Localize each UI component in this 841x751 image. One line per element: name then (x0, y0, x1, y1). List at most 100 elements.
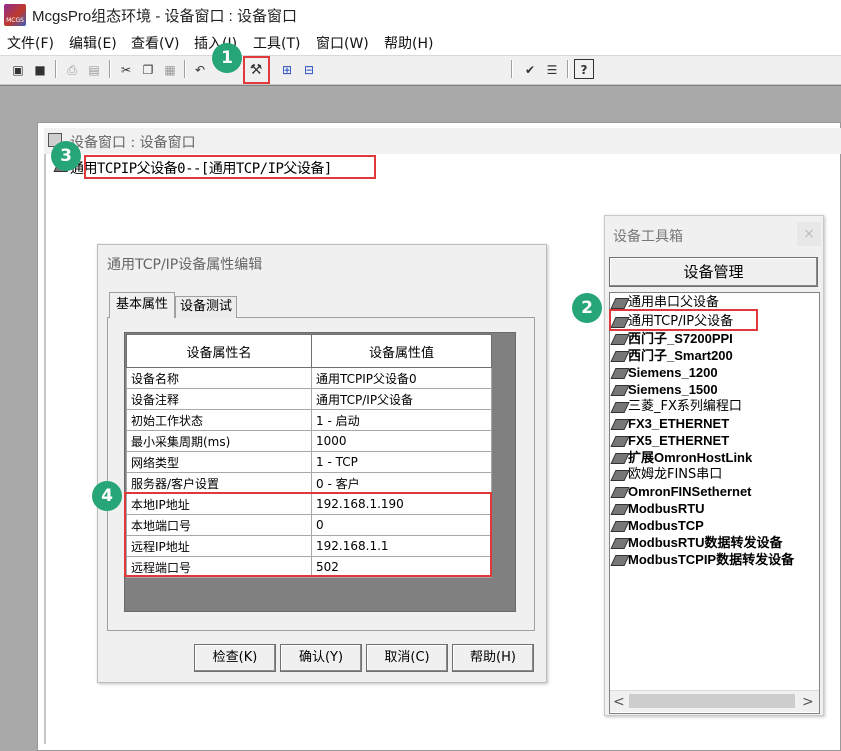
list-item[interactable]: FX3_ETHERNET (610, 415, 730, 432)
list-item-label: 通用串口父设备 (628, 295, 720, 310)
device-icon (610, 368, 630, 379)
list-item-label: ModbusTCP (628, 518, 704, 533)
table-row[interactable]: 设备注释 通用TCP/IP父设备 (126, 388, 492, 410)
device-icon (610, 334, 630, 345)
tab-device-test[interactable]: 设备测试 (175, 296, 237, 318)
step-badge-3: 3 (51, 141, 81, 171)
property-name: 设备注释 (126, 388, 312, 410)
property-value[interactable]: 1 - TCP (311, 451, 492, 473)
undo-icon[interactable]: ↶ (190, 59, 210, 79)
list-item[interactable]: ModbusRTU数据转发设备 (610, 534, 783, 551)
table-row[interactable]: 服务器/客户设置 0 - 客户 (126, 472, 492, 494)
toolbar-separator (567, 60, 569, 78)
step-badge-2: 2 (572, 293, 602, 323)
property-name: 网络类型 (126, 451, 312, 473)
list-item[interactable]: Siemens_1500 (610, 381, 718, 398)
list-item-label: FX3_ETHERNET (628, 416, 730, 431)
scrollbar-thumb[interactable] (629, 694, 795, 708)
list-item[interactable]: FX5_ETHERNET (610, 432, 729, 449)
list-item[interactable]: ModbusTCP (610, 517, 704, 534)
menu-edit[interactable]: 编辑(E) (69, 33, 117, 53)
list-item-label: 欧姆龙FINS串口 (628, 467, 723, 482)
list-item-label: ModbusRTU (628, 501, 705, 516)
save-icon[interactable]: ■ (30, 59, 50, 79)
add-device-icon[interactable]: ⊞ (277, 59, 297, 79)
device-icon (610, 555, 630, 566)
toolbox-button-highlight (243, 56, 270, 84)
list-item[interactable]: 三菱_FX系列编程口 (610, 398, 742, 415)
menu-help[interactable]: 帮助(H) (384, 33, 433, 53)
dialog-title: 通用TCP/IP设备属性编辑 (107, 257, 263, 273)
list-item-label: ModbusRTU数据转发设备 (628, 535, 783, 550)
list-item[interactable]: OmronFINSethernet (610, 483, 752, 500)
property-value[interactable]: 通用TCP/IP父设备 (311, 388, 492, 410)
properties-icon[interactable]: ☰ (542, 59, 562, 79)
list-item-label: 扩展OmronHostLink (628, 450, 753, 465)
cut-icon[interactable]: ✂ (116, 59, 136, 79)
scroll-left-icon[interactable]: < (613, 694, 625, 710)
delete-device-icon[interactable]: ⊟ (299, 59, 319, 79)
network-settings-highlight (124, 492, 492, 577)
confirm-button[interactable]: 确认(Y) (280, 644, 362, 672)
toolbar-separator (184, 60, 186, 78)
help-icon[interactable]: ? (574, 59, 594, 79)
new-window-icon[interactable]: ▣ (8, 59, 28, 79)
paste-icon[interactable]: ▦ (160, 59, 180, 79)
list-item[interactable]: ModbusRTU (610, 500, 705, 517)
table-row[interactable]: 网络类型 1 - TCP (126, 451, 492, 473)
property-name: 服务器/客户设置 (126, 472, 312, 494)
property-value[interactable]: 0 - 客户 (311, 472, 492, 494)
tcpip-device-highlight (609, 309, 758, 331)
cancel-button[interactable]: 取消(C) (366, 644, 448, 672)
list-item[interactable]: ModbusTCPIP数据转发设备 (610, 551, 794, 568)
window-title: McgsPro组态环境 - 设备窗口 : 设备窗口 (32, 8, 298, 25)
menu-view[interactable]: 查看(V) (131, 33, 180, 53)
list-item[interactable]: 欧姆龙FINS串口 (610, 466, 723, 483)
toolbar-separator (109, 60, 111, 78)
list-item-label: Siemens_1500 (628, 382, 718, 397)
device-window-border (44, 154, 46, 744)
device-icon (610, 385, 630, 396)
list-item-label: 西门子_Smart200 (628, 348, 733, 363)
check-icon[interactable]: ✔ (520, 59, 540, 79)
menu-file[interactable]: 文件(F) (7, 33, 54, 53)
print-preview-icon[interactable]: ▤ (84, 59, 104, 79)
print-icon[interactable]: ⎙ (62, 59, 82, 79)
device-icon (610, 351, 630, 362)
property-value[interactable]: 通用TCPIP父设备0 (311, 367, 492, 389)
root-node-highlight (84, 155, 376, 179)
close-icon[interactable]: × (797, 222, 821, 246)
list-item[interactable]: 西门子_Smart200 (610, 347, 733, 364)
toolbar-separator (511, 60, 513, 78)
device-icon (610, 453, 630, 464)
step-badge-4: 4 (92, 481, 122, 511)
check-button[interactable]: 检查(K) (194, 644, 276, 672)
device-icon (610, 436, 630, 447)
property-name: 最小采集周期(ms) (126, 430, 312, 452)
list-item[interactable]: 西门子_S7200PPI (610, 330, 733, 347)
list-item[interactable]: Siemens_1200 (610, 364, 718, 381)
help-button[interactable]: 帮助(H) (452, 644, 534, 672)
property-value[interactable]: 1000 (311, 430, 492, 452)
device-icon (610, 521, 630, 532)
scroll-right-icon[interactable]: > (802, 694, 814, 710)
table-row[interactable]: 初始工作状态 1 - 启动 (126, 409, 492, 431)
list-item-label: Siemens_1200 (628, 365, 718, 380)
property-value[interactable]: 1 - 启动 (311, 409, 492, 431)
menu-window[interactable]: 窗口(W) (316, 33, 369, 53)
table-row[interactable]: 最小采集周期(ms) 1000 (126, 430, 492, 452)
device-icon (610, 487, 630, 498)
list-item[interactable]: 扩展OmronHostLink (610, 449, 753, 466)
property-name: 设备名称 (126, 367, 312, 389)
device-window-title: 设备窗口 : 设备窗口 (70, 135, 196, 151)
toolbar-separator (55, 60, 57, 78)
app-logo-icon: MCGS (4, 4, 26, 26)
header-property-name: 设备属性名 (126, 334, 312, 368)
table-row[interactable]: 设备名称 通用TCPIP父设备0 (126, 367, 492, 389)
device-manage-button[interactable]: 设备管理 (609, 257, 818, 287)
tab-basic-properties[interactable]: 基本属性 (109, 292, 175, 318)
copy-icon[interactable]: ❐ (138, 59, 158, 79)
device-icon (610, 538, 630, 549)
menu-tools[interactable]: 工具(T) (253, 33, 300, 53)
toolbox-title: 设备工具箱 (613, 229, 683, 245)
